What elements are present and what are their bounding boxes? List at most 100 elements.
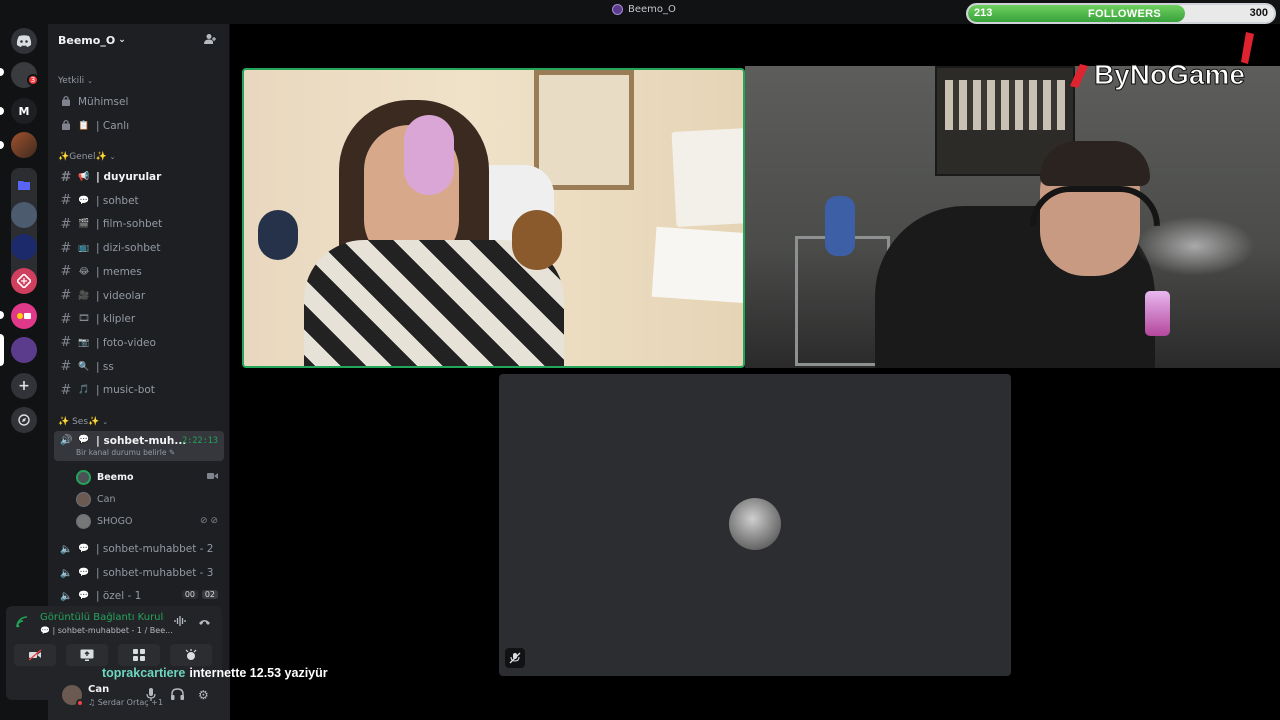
hash-icon: # [60,382,72,398]
voice-channel[interactable]: 🔈 💬 | özel - 1 00 02 [54,585,224,607]
channel-emoji: 📋 [78,121,90,131]
signal-icon [16,616,28,631]
speaker-icon: 🔈 [60,543,73,555]
connection-location[interactable]: 💬 | sohbet-muhabbet - 1 / Bee... [40,626,173,635]
folder-icon[interactable] [11,172,37,198]
voice-user[interactable]: Can [76,489,222,509]
headphones-icon[interactable] [171,688,184,703]
video-tile-stream[interactable] [745,66,1280,368]
channel-name: | ss [96,360,114,373]
soundboard-button[interactable] [170,644,212,666]
video-tile-audio-only[interactable] [499,374,1011,676]
connection-status: Görüntülü Bağlantı Kuruldu [40,612,164,623]
pencil-icon: ✎ [168,448,176,457]
category-ses[interactable]: ✨ Ses✨ ⌄ [58,417,108,427]
server-avatar[interactable] [11,337,37,363]
voice-user[interactable]: Beemo [76,467,222,487]
user-panel: Can ♫ Serdar Ortaç +1 ⚙ [48,676,230,720]
server-avatar[interactable] [11,234,37,260]
gear-icon[interactable]: ⚙ [198,688,209,702]
muted-icon [505,648,525,668]
voice-user-name: Beemo [97,471,134,483]
disconnect-icon[interactable] [198,616,211,629]
text-channel[interactable]: # 🔍 | ss [54,356,224,378]
screen-share-button[interactable] [66,644,108,666]
avatar [76,513,91,529]
voice-channel[interactable]: 🔈 💬 | sohbet-muhabbet - 2 [54,538,224,560]
channel-emoji: 💬 [78,568,90,578]
channel-canli[interactable]: 📋 | Canlı [54,115,224,137]
channel-name: | özel - 1 [96,590,142,602]
text-channel[interactable]: # 📷 | foto-video [54,332,224,354]
channel-status-prompt[interactable]: Bir kanal durumu belirle ✎ [76,448,175,457]
avatar[interactable] [62,685,84,707]
category-yetkili[interactable]: Yetkili ⌄ [58,76,93,86]
hash-icon: # [60,240,72,256]
camera-off-button[interactable] [14,644,56,666]
logo-text: ByNoGame [1094,59,1245,90]
voice-user[interactable]: SHOGO ⊘ ⊘ [76,511,222,531]
add-member-icon[interactable] [204,33,216,48]
server-avatar[interactable] [11,268,37,294]
channel-emoji: 💬 [78,591,90,601]
category-genel[interactable]: ✨Genel✨ ⌄ [58,152,116,162]
user-limit: 02 [201,590,218,599]
server-avatar[interactable] [11,132,37,158]
channel-name: | sohbet-muh... [96,435,187,447]
bynogame-logo: ByNoGame [1070,32,1254,91]
unread-pill [0,311,4,319]
video-tile-beemo[interactable] [242,68,745,368]
channel-emoji: 🎥 [78,290,90,301]
discord-home-icon[interactable] [11,28,37,54]
chevron-down-icon: ⌄ [109,153,116,161]
text-channel[interactable]: # 📺 | dizi-sohbet [54,237,224,259]
lock-icon [60,95,72,110]
server-m-icon[interactable]: M [11,98,37,124]
text-channel[interactable]: # 💬 | sohbet [54,190,224,212]
channel-name: Mühimsel [78,96,129,108]
noise-suppression-icon[interactable] [174,616,186,629]
text-channel[interactable]: # 🎥 | videolar [54,285,224,307]
lock-icon [60,119,72,134]
voice-channel[interactable]: 🔈 💬 | sohbet-muhabbet - 3 [54,562,224,584]
explore-icon[interactable] [11,407,37,433]
server-avatar[interactable] [11,303,37,329]
server-name: Beemo_O [58,33,116,47]
hash-icon: # [60,216,72,232]
text-channel[interactable]: # 🎞 | klipler [54,308,224,330]
text-channel[interactable]: # 📢 | duyurular [54,166,224,188]
person-hair [1040,141,1150,186]
username: Can [88,684,110,695]
text-channel[interactable]: # 🎬 | film-sohbet [54,213,224,235]
channel-name: | klipler [96,313,136,326]
text-channel[interactable]: # 🎵 | music-bot [54,379,224,401]
activities-button[interactable] [118,644,160,666]
hash-icon: # [60,264,72,280]
unread-pill [0,107,4,115]
followers-goal: 300 [1249,7,1268,19]
voice-channel-active[interactable]: 🔊 💬 | sohbet-muh... 2:22:13 Bir kanal du… [54,431,224,461]
server-icon [612,4,623,15]
server-header[interactable]: Beemo_O ⌄ [48,24,230,56]
channel-name: | music-bot [96,384,155,397]
speaker-icon: 🔈 [60,590,73,602]
channel-name: | sohbet-muhabbet - 3 [96,567,214,579]
followers-label: FOLLOWERS [1088,8,1161,20]
category-label: ✨ Ses✨ [58,417,100,427]
hash-icon: # [60,311,72,327]
hash-icon: # [60,288,72,303]
chat-message: internette 12.53 yaziyür [189,666,328,680]
channel-name: | dizi-sohbet [96,242,161,255]
channel-emoji: 😂 [78,266,90,277]
channel-muhimsel[interactable]: Mühimsel [54,91,224,113]
avatar [76,491,91,507]
add-server-icon[interactable]: + [11,373,37,399]
poster [671,128,743,227]
server-avatar[interactable] [11,202,37,228]
status-dnd-icon [76,699,84,707]
text-channel[interactable]: # 😂 | memes [54,261,224,283]
followers-current: 213 [974,7,993,19]
unread-pill [0,68,4,76]
channel-name: | foto-video [96,336,156,349]
microphone-icon[interactable] [146,688,156,704]
